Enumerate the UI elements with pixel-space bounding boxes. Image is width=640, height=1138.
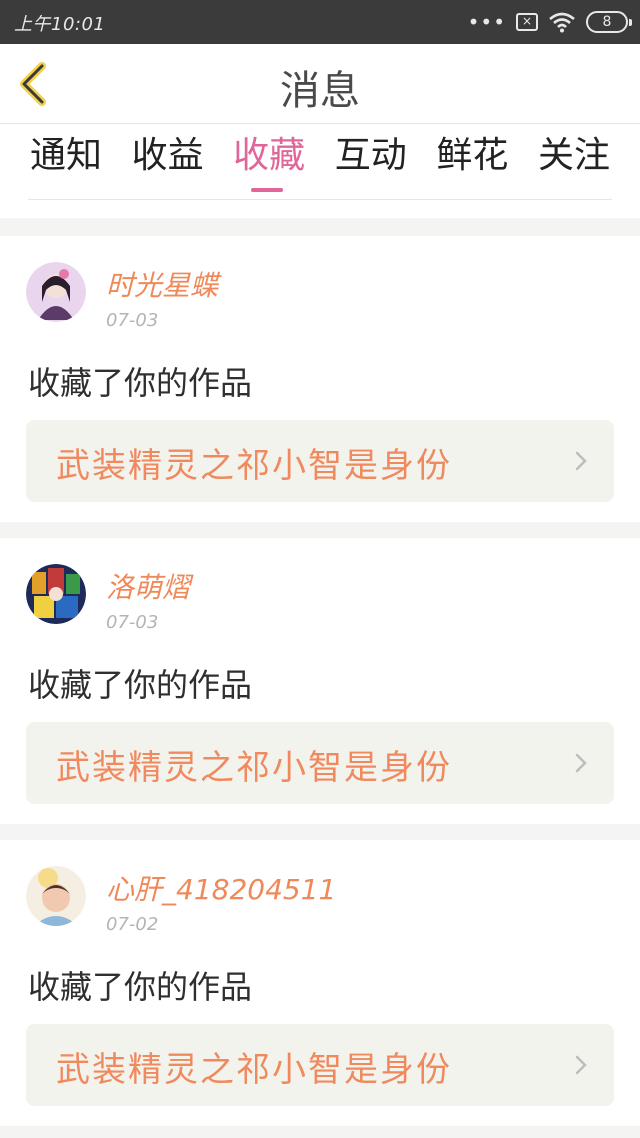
user-name[interactable]: 心肝_418204511 xyxy=(106,868,336,908)
message-action: 收藏了你的作品 xyxy=(28,666,253,704)
tab-favorites[interactable]: 收藏 xyxy=(225,132,313,192)
battery-icon: 8 xyxy=(586,11,632,33)
work-link[interactable]: 武装精灵之祁小智是身份 xyxy=(26,722,614,804)
tab-interaction[interactable]: 互动 xyxy=(327,132,415,180)
message-card: 心肝_418204511 07-02 收藏了你的作品 武装精灵之祁小智是身份 xyxy=(0,840,640,1126)
tab-flowers[interactable]: 鲜花 xyxy=(428,132,516,180)
user-name[interactable]: 洛萌熠 xyxy=(106,566,190,606)
page-title: 消息 xyxy=(280,68,360,114)
message-date: 07-03 xyxy=(106,310,159,331)
message-card: 洛萌熠 07-03 收藏了你的作品 武装精灵之祁小智是身份 xyxy=(0,538,640,824)
tab-divider xyxy=(28,199,612,200)
message-date: 07-03 xyxy=(106,612,159,633)
nav-header: 消息 xyxy=(0,44,640,124)
work-title: 武装精灵之祁小智是身份 xyxy=(56,446,452,486)
work-link[interactable]: 武装精灵之祁小智是身份 xyxy=(26,1024,614,1106)
message-card: 时光星蝶 07-03 收藏了你的作品 武装精灵之祁小智是身份 xyxy=(0,236,640,522)
wifi-icon xyxy=(549,12,575,33)
chevron-right-icon xyxy=(575,753,587,773)
tab-bar: 通知 收益 收藏 互动 鲜花 关注 xyxy=(0,124,640,218)
avatar[interactable] xyxy=(26,564,86,624)
tab-follow[interactable]: 关注 xyxy=(530,132,618,180)
tab-notice[interactable]: 通知 xyxy=(22,132,110,180)
user-name[interactable]: 时光星蝶 xyxy=(106,264,218,304)
chevron-right-icon xyxy=(575,451,587,471)
status-icons: ••• × 8 xyxy=(467,8,632,36)
chevron-right-icon xyxy=(575,1055,587,1075)
avatar[interactable] xyxy=(26,866,86,926)
work-title: 武装精灵之祁小智是身份 xyxy=(56,1050,452,1090)
status-bar: 上午10:01 ••• × 8 xyxy=(0,0,640,44)
more-dots-icon: ••• xyxy=(467,10,506,34)
work-title: 武装精灵之祁小智是身份 xyxy=(56,748,452,788)
avatar[interactable] xyxy=(26,262,86,322)
work-link[interactable]: 武装精灵之祁小智是身份 xyxy=(26,420,614,502)
message-date: 07-02 xyxy=(106,914,159,935)
message-action: 收藏了你的作品 xyxy=(28,364,253,402)
message-action: 收藏了你的作品 xyxy=(28,968,253,1006)
status-time: 上午10:01 xyxy=(14,14,106,35)
tab-earnings[interactable]: 收益 xyxy=(124,132,212,180)
no-sim-icon: × xyxy=(516,13,538,31)
